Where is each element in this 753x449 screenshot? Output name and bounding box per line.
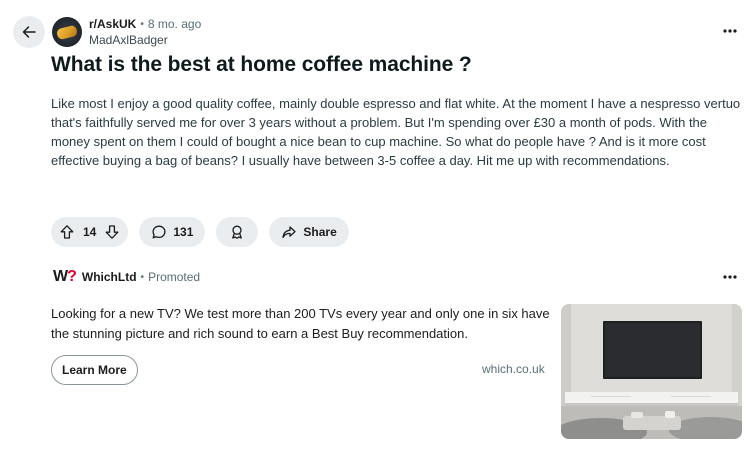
comment-count: 131: [173, 225, 194, 239]
advertiser-logo[interactable]: W?: [53, 268, 77, 286]
share-button[interactable]: Share: [269, 217, 349, 247]
logo-main: W: [53, 268, 68, 285]
share-label: Share: [303, 225, 337, 239]
subreddit-avatar-mark: [55, 24, 79, 40]
logo-accent: ?: [67, 268, 77, 285]
post-body: Like most I enjoy a good quality coffee,…: [51, 96, 741, 168]
award-icon: [232, 225, 243, 239]
tv-room-illustration: [561, 304, 742, 439]
learn-more-button[interactable]: Learn More: [51, 355, 138, 385]
ad-thumbnail-tv[interactable]: [561, 304, 742, 439]
back-button[interactable]: [13, 16, 45, 48]
promoted-header: W? WhichLtd • Promoted: [53, 268, 200, 286]
ellipsis-icon: [723, 275, 737, 279]
ad-more-options-button[interactable]: [719, 266, 741, 288]
ad-domain-link[interactable]: which.co.uk: [482, 362, 545, 376]
award-button[interactable]: [216, 217, 259, 247]
share-arrow-icon: [282, 226, 297, 239]
comments-button[interactable]: 131: [139, 217, 206, 247]
ellipsis-icon: [723, 29, 737, 33]
meta-separator: •: [140, 19, 144, 30]
arrow-down-icon[interactable]: [104, 224, 120, 240]
post-author[interactable]: MadAxlBadger: [89, 33, 201, 48]
post-more-options-button[interactable]: [719, 20, 741, 42]
subreddit-avatar[interactable]: [52, 17, 82, 47]
subreddit-name[interactable]: r/AskUK: [89, 17, 136, 32]
advertiser-name[interactable]: WhichLtd: [82, 270, 137, 284]
post-title: What is the best at home coffee machine …: [51, 53, 472, 76]
promo-separator: •: [140, 271, 145, 283]
ad-text[interactable]: Looking for a new TV? We test more than …: [51, 304, 551, 344]
vote-control: 14: [51, 217, 129, 247]
arrow-up-icon[interactable]: [59, 224, 75, 240]
post-action-bar: 14 131 Share: [51, 217, 349, 247]
post-meta: r/AskUK • 8 mo. ago MadAxlBadger: [89, 17, 201, 48]
arrow-left-icon: [22, 26, 36, 38]
promoted-label: Promoted: [148, 270, 201, 284]
speech-bubble-icon: [152, 225, 166, 239]
post-age: 8 mo. ago: [147, 17, 202, 31]
vote-count: 14: [83, 225, 97, 239]
